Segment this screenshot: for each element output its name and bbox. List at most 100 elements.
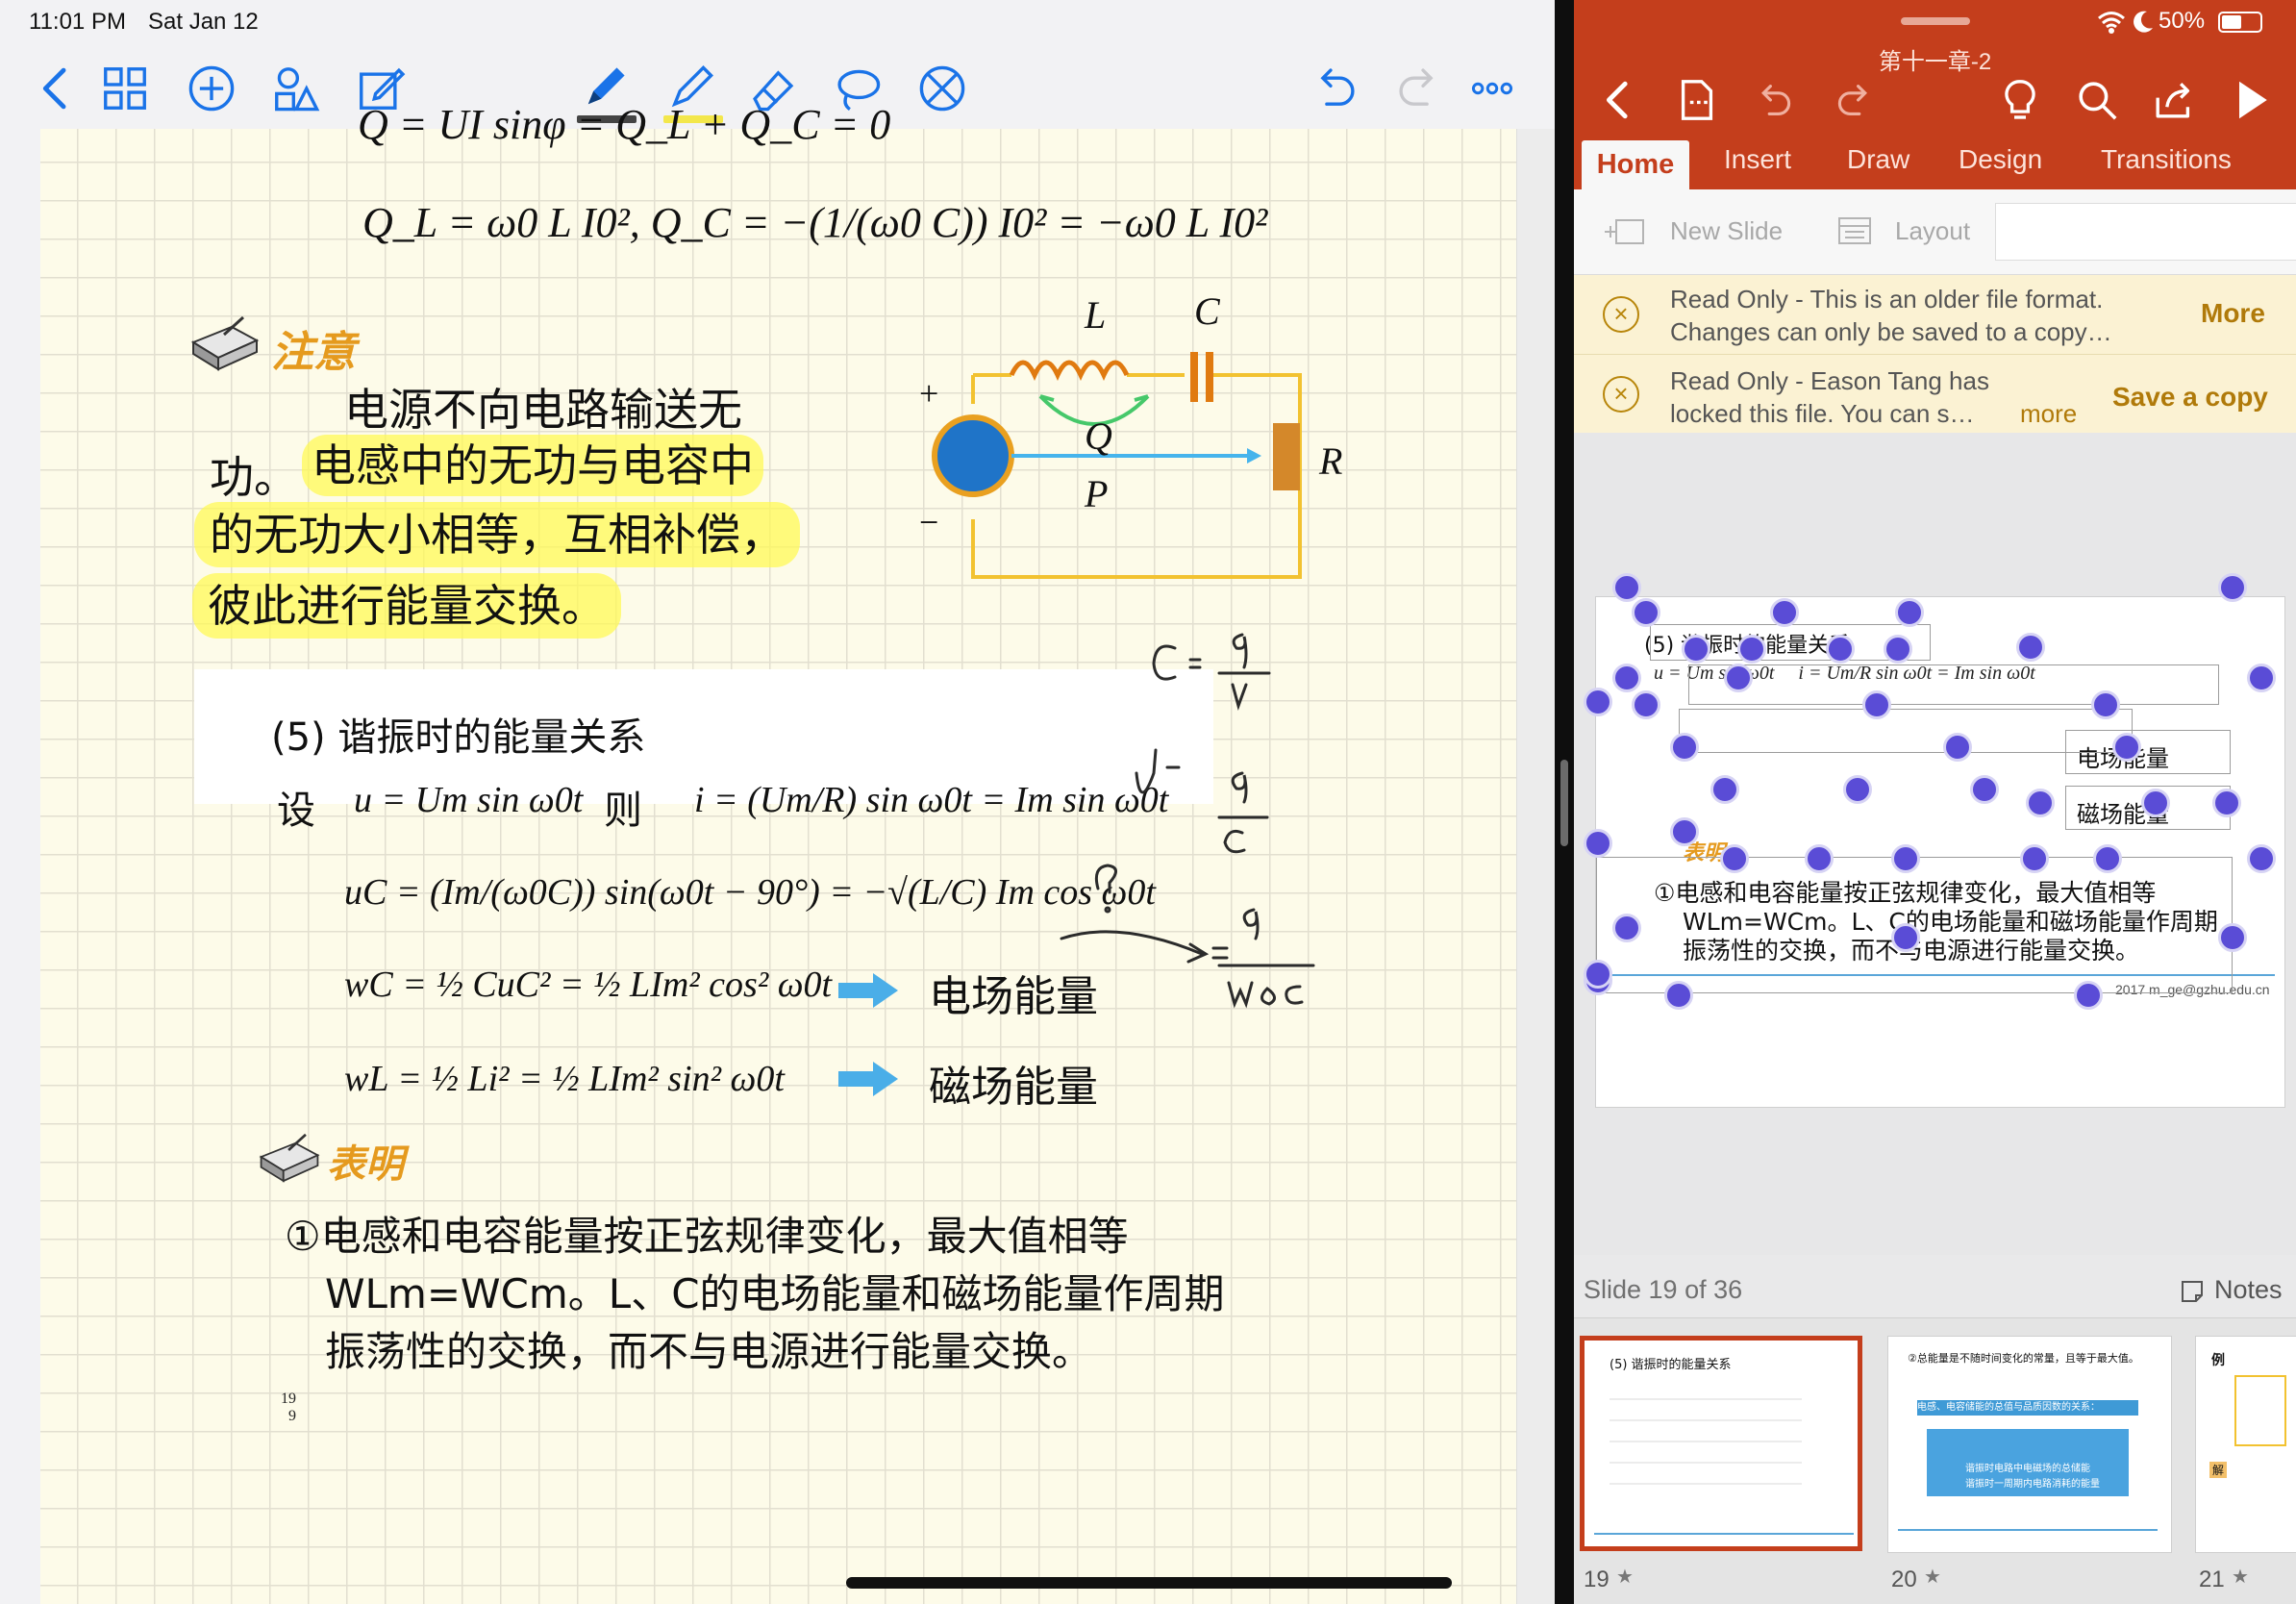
selection-handle[interactable] bbox=[1664, 981, 1693, 1010]
selection-handle[interactable] bbox=[1970, 775, 1999, 804]
shapes-icon[interactable] bbox=[267, 60, 325, 117]
selection-handle[interactable] bbox=[1884, 635, 1912, 664]
thumb-20-box1: 电感、电容储能的总值与品质因数的关系： bbox=[1917, 1400, 2138, 1416]
redo-icon[interactable] bbox=[1390, 60, 1448, 117]
tab-home[interactable]: Home bbox=[1582, 140, 1689, 189]
magnetic-energy-label: 磁场能量 bbox=[929, 1063, 1098, 1112]
status-time: 11:01 PM bbox=[29, 9, 126, 35]
readonly-banner-locked: × Read Only - Eason Tang has locked this… bbox=[1574, 355, 2296, 435]
thumbnail-slide-20[interactable]: ②总能量是不随时间变化的常量，且等于最大值。 电感、电容储能的总值与品质因数的关… bbox=[1887, 1336, 2172, 1553]
selection-handle[interactable] bbox=[2247, 664, 2276, 692]
notes-button[interactable]: Notes bbox=[2214, 1275, 2283, 1305]
selection-handle[interactable] bbox=[1632, 690, 1660, 719]
selection-handle[interactable] bbox=[1862, 690, 1891, 719]
thumb-19-content bbox=[1610, 1379, 1802, 1485]
selection-handle[interactable] bbox=[2026, 789, 2055, 817]
grid-view-icon[interactable] bbox=[96, 60, 154, 117]
tab-design[interactable]: Design bbox=[1959, 144, 2042, 175]
selection-handle[interactable] bbox=[2091, 690, 2120, 719]
tab-transitions[interactable]: Transitions bbox=[2101, 144, 2232, 175]
play-icon[interactable] bbox=[2224, 73, 2278, 127]
search-icon[interactable] bbox=[2070, 73, 2124, 127]
selection-handle[interactable] bbox=[1584, 960, 1612, 989]
thumb-20-box2: 谐振时电路中电磁场的总储能 bbox=[1965, 1464, 2090, 1474]
selection-handle[interactable] bbox=[2074, 981, 2103, 1010]
font-box[interactable] bbox=[1995, 203, 2296, 261]
current-slide[interactable]: (5) 谐振时的能量关系 u = Um sin ω0t i = Um/R sin… bbox=[1595, 596, 2285, 1108]
selection-handle[interactable] bbox=[1770, 598, 1799, 627]
add-icon[interactable] bbox=[183, 60, 240, 117]
selection-handle[interactable] bbox=[1612, 914, 1641, 942]
circuit-label-l: L bbox=[1085, 293, 1107, 337]
more-button[interactable]: More bbox=[2201, 298, 2265, 329]
battery-icon bbox=[2218, 12, 2262, 33]
selection-handle[interactable] bbox=[2218, 923, 2247, 952]
selection-handle[interactable] bbox=[1891, 923, 1920, 952]
selection-handle[interactable] bbox=[1805, 844, 1834, 873]
selection-handle[interactable] bbox=[1710, 775, 1739, 804]
save-copy-button[interactable]: Save a copy bbox=[2112, 382, 2268, 413]
equation-ql-qc: Q_L = ω0 L I0², Q_C = −(1/(ω0 C)) I0² = … bbox=[362, 199, 1268, 246]
selection-handle[interactable] bbox=[2247, 844, 2276, 873]
new-slide-button[interactable]: New Slide bbox=[1670, 216, 1783, 246]
selection-handle[interactable] bbox=[1843, 775, 1872, 804]
conclusion-line-2: WLm=WCm。L、C的电场能量和磁场能量作周期 bbox=[325, 1270, 1225, 1317]
lightbulb-icon[interactable] bbox=[1993, 73, 2047, 127]
selection-handle[interactable] bbox=[1584, 688, 1612, 716]
layout-button[interactable]: Layout bbox=[1895, 216, 1970, 246]
thumbnail-slide-21[interactable]: 例 解 bbox=[2195, 1336, 2296, 1553]
selection-handle[interactable] bbox=[2016, 633, 2045, 662]
disable-pencil-icon[interactable] bbox=[913, 60, 971, 117]
selection-handle[interactable] bbox=[2212, 789, 2241, 817]
thumb-footer-line bbox=[1898, 1529, 2158, 1531]
multitask-grabber[interactable] bbox=[1901, 17, 1970, 25]
thumb-21-label: 解 bbox=[2209, 1462, 2228, 1478]
selection-handle[interactable] bbox=[1724, 664, 1753, 692]
selection-handle[interactable] bbox=[1895, 598, 1924, 627]
dismiss-icon[interactable]: × bbox=[1603, 376, 1639, 413]
selection-handle[interactable] bbox=[2020, 844, 2049, 873]
selection-handle[interactable] bbox=[1720, 844, 1749, 873]
split-view-handle[interactable] bbox=[1560, 760, 1568, 846]
more-link[interactable]: more bbox=[2020, 399, 2077, 429]
thumbnail-slide-19[interactable]: (5) 谐振时的能量关系 bbox=[1580, 1336, 1862, 1551]
dismiss-icon[interactable]: × bbox=[1603, 296, 1639, 333]
file-menu-icon[interactable] bbox=[1670, 73, 1724, 127]
redo-icon[interactable] bbox=[1828, 73, 1882, 127]
note-page[interactable]: Q = UI sinφ = Q_L + Q_C = 0 Q_L = ω0 L I… bbox=[40, 101, 1516, 1604]
back-icon[interactable] bbox=[27, 60, 85, 117]
selection-handle[interactable] bbox=[1670, 817, 1699, 846]
home-indicator[interactable] bbox=[846, 1577, 1452, 1589]
selection-handle[interactable] bbox=[2093, 844, 2122, 873]
label-ze: 则 bbox=[604, 789, 642, 833]
star-icon: ★ bbox=[1616, 1566, 1634, 1588]
selection-handle[interactable] bbox=[2112, 733, 2141, 762]
circuit-label-plus: + bbox=[919, 374, 939, 413]
tab-draw[interactable]: Draw bbox=[1847, 144, 1909, 175]
undo-icon[interactable] bbox=[1747, 73, 1801, 127]
selection-handle[interactable] bbox=[1826, 635, 1855, 664]
page-margin-scroll[interactable] bbox=[1516, 129, 1555, 1604]
selection-handle[interactable] bbox=[2141, 789, 2170, 817]
slide-counter: Slide 19 of 36 bbox=[1584, 1275, 1743, 1304]
selection-handle[interactable] bbox=[1612, 573, 1641, 602]
selection-handle[interactable] bbox=[1943, 733, 1972, 762]
selection-handle[interactable] bbox=[1737, 635, 1766, 664]
banner2-line1: Read Only - Eason Tang has bbox=[1670, 366, 1989, 395]
selection-handle[interactable] bbox=[1584, 829, 1612, 858]
back-icon[interactable] bbox=[1591, 73, 1645, 127]
selection-handle[interactable] bbox=[1670, 733, 1699, 762]
tab-insert[interactable]: Insert bbox=[1724, 144, 1791, 175]
selection-handle[interactable] bbox=[1632, 598, 1660, 627]
thumb-number-19: 19 bbox=[1584, 1566, 1610, 1592]
selection-handle[interactable] bbox=[1682, 635, 1710, 664]
more-options-icon[interactable] bbox=[1463, 60, 1521, 117]
undo-icon[interactable] bbox=[1306, 60, 1363, 117]
share-icon[interactable] bbox=[2147, 73, 2201, 127]
selection-handle[interactable] bbox=[1612, 664, 1641, 692]
thumb-20-box3: 谐振时一周期内电路消耗的能量 bbox=[1965, 1479, 2100, 1490]
notes-icon[interactable] bbox=[2180, 1279, 2205, 1304]
notebook-icon bbox=[189, 313, 261, 373]
selection-handle[interactable] bbox=[1891, 844, 1920, 873]
selection-handle[interactable] bbox=[2218, 573, 2247, 602]
